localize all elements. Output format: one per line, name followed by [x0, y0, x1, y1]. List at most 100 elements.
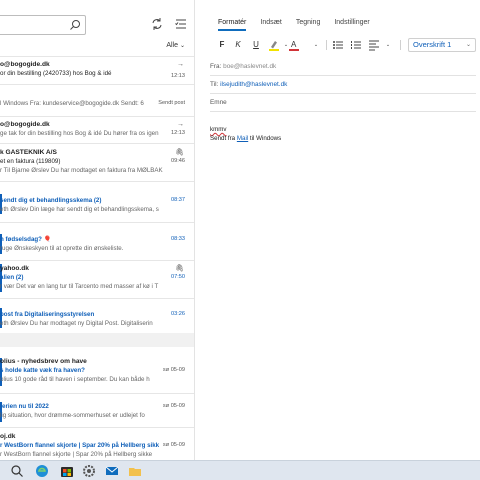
signature-suffix: til Windows [248, 135, 282, 142]
message-preview: r vær Det var en lang tur til Tarcento m… [0, 283, 159, 290]
mail-app-icon[interactable] [105, 464, 119, 478]
signature-link[interactable]: Mail [237, 135, 248, 142]
message-preview: ruge Ønskeskyen til at oprette din ønske… [0, 245, 124, 252]
message-subject: alien (2) [0, 274, 24, 281]
windows-store-icon[interactable] [60, 464, 74, 478]
message-body[interactable]: kmmv Sendt fra Mail til Windows [210, 125, 281, 143]
highlight-icon[interactable] [268, 39, 280, 51]
subject-field[interactable]: Emne [210, 98, 476, 107]
message-time: sø 05-09 [162, 367, 185, 373]
list-item[interactable]: yahoo.dk alien (2) r vær Det var en lang… [0, 264, 194, 291]
settings-icon[interactable] [82, 464, 96, 478]
message-subject: or din bestilling (2420733) hos Bog & id… [0, 70, 112, 77]
ribbon-tabs: Formatér Indsæt Tegning Indstillinger [218, 19, 370, 31]
message-time: 08:37 [171, 197, 185, 203]
tab-options[interactable]: Indstillinger [334, 19, 369, 31]
list-item[interactable]: k GASTEKNIK A/S et en faktura (119809) r… [0, 148, 194, 175]
selection-mode-icon[interactable] [174, 17, 188, 31]
compose-pane: Formatér Indsæt Tegning Indstillinger F … [196, 0, 480, 460]
divider [0, 181, 194, 182]
message-time: 07:50 [171, 274, 185, 280]
message-time: 08:33 [171, 236, 185, 242]
attachment-icon: 🖇 [175, 149, 184, 156]
filter-dropdown[interactable]: Alle ⌄ [166, 42, 185, 49]
divider [0, 116, 194, 117]
divider [210, 111, 476, 112]
message-subject: n fødselsdag? 🎈 [0, 235, 194, 244]
list-item[interactable]: o@bogogide.dk ge tak for din bestilling … [0, 120, 194, 138]
from-field[interactable]: Fra: boe@haslevnet.dk [210, 62, 476, 71]
chevron-down-icon: ⌄ [179, 43, 185, 49]
divider [0, 84, 194, 85]
date-group-header [0, 333, 194, 347]
list-item[interactable]: o@bogogide.dk or din bestilling (2420733… [0, 60, 194, 79]
signature-prefix: Sendt fra [210, 135, 237, 142]
tab-format[interactable]: Formatér [218, 19, 247, 31]
sync-icon[interactable] [150, 17, 164, 31]
message-subject: post fra Digitaliseringsstyrelsen [0, 311, 95, 318]
list-item[interactable]: ferien nu til 2022 lig situation, hvor d… [0, 402, 194, 420]
list-item[interactable]: post fra Digitaliseringsstyrelsen eth Ør… [0, 310, 194, 328]
message-sender: oj.dk [0, 433, 16, 440]
message-list-pane: Alle ⌄ o@bogogide.dk or din bestilling (… [0, 0, 195, 460]
message-sender: o@bogogide.dk [0, 61, 50, 68]
paragraph-style-value: Overskrift 1 [413, 40, 452, 49]
list-item[interactable]: sendt dig et behandlingsskema (2) eth Ør… [0, 196, 194, 214]
underline-button[interactable]: U [250, 39, 262, 51]
font-color-icon[interactable]: A [288, 39, 300, 51]
message-preview: ge tak for din bestilling hos Bog & idé … [0, 130, 159, 137]
divider [210, 75, 476, 76]
to-value: ilsejudith@haslevnet.dk [220, 81, 288, 88]
file-explorer-icon[interactable] [128, 464, 142, 478]
edge-browser-icon[interactable] [35, 464, 49, 478]
to-field[interactable]: Til: ilsejudith@haslevnet.dk [210, 80, 476, 89]
message-time: 03:26 [171, 311, 185, 317]
bullet-list-icon[interactable] [332, 39, 344, 51]
message-preview: l Windows Fra: kundeservice@bogogide.dk … [0, 100, 144, 107]
filter-label: Alle [166, 42, 179, 49]
from-value: boe@haslevnet.dk [223, 63, 277, 70]
italic-button[interactable]: K [232, 39, 244, 51]
message-subject-text: n fødselsdag? [0, 236, 42, 243]
taskbar-search-icon[interactable] [10, 464, 24, 478]
message-preview: lig situation, hvor drømme-sommerhuset e… [0, 412, 145, 419]
divider [0, 56, 194, 57]
list-item[interactable]: n fødselsdag? 🎈 ruge Ønskeskyen til at o… [0, 235, 194, 253]
list-item[interactable]: olius - nyhedsbrev om have s holde katte… [0, 357, 194, 384]
chevron-down-icon: ⌄ [465, 42, 471, 48]
message-subject: sendt dig et behandlingsskema (2) [0, 197, 102, 204]
divider [0, 298, 194, 299]
align-left-icon[interactable] [368, 39, 380, 51]
bold-button[interactable]: F [216, 39, 228, 51]
message-preview: eth Ørslev Din læge har sendt dig et beh… [0, 206, 159, 213]
search-icon[interactable] [69, 19, 81, 31]
message-sender: yahoo.dk [0, 265, 29, 272]
list-item[interactable]: l Windows Fra: kundeservice@bogogide.dk … [0, 99, 194, 108]
svg-text:A: A [291, 40, 297, 49]
paragraph-style-select[interactable]: Overskrift 1 ⌄ [408, 38, 476, 52]
message-time: 12:13 [171, 73, 185, 79]
numbered-list-icon[interactable] [350, 39, 362, 51]
to-label: Til: [210, 81, 219, 88]
tab-insert[interactable]: Indsæt [260, 19, 281, 31]
toolbar-separator [326, 40, 327, 50]
chevron-down-icon[interactable]: ⌄ [310, 39, 322, 51]
message-preview: r WestBorn flannel skjorte | Spar 20% på… [0, 451, 153, 458]
from-label: Fra: [210, 63, 222, 70]
message-time: 12:13 [171, 130, 185, 136]
chevron-down-icon[interactable]: ⌄ [382, 39, 394, 51]
taskbar [0, 460, 480, 480]
forward-icon: → [177, 61, 184, 68]
tab-draw[interactable]: Tegning [296, 19, 321, 31]
toolbar-separator [400, 40, 401, 50]
message-subject: et en faktura (119809) [0, 158, 61, 165]
signature: Sendt fra Mail til Windows [210, 134, 281, 143]
divider [0, 393, 194, 394]
message-time: sø 05-09 [162, 403, 185, 409]
divider [210, 93, 476, 94]
search-input[interactable] [0, 15, 86, 35]
message-sender: k GASTEKNIK A/S [0, 149, 57, 156]
list-item[interactable]: oj.dk r WestBorn flannel skjorte | Spar … [0, 432, 194, 459]
balloon-icon: 🎈 [43, 236, 52, 243]
message-time: 09:46 [171, 158, 185, 164]
